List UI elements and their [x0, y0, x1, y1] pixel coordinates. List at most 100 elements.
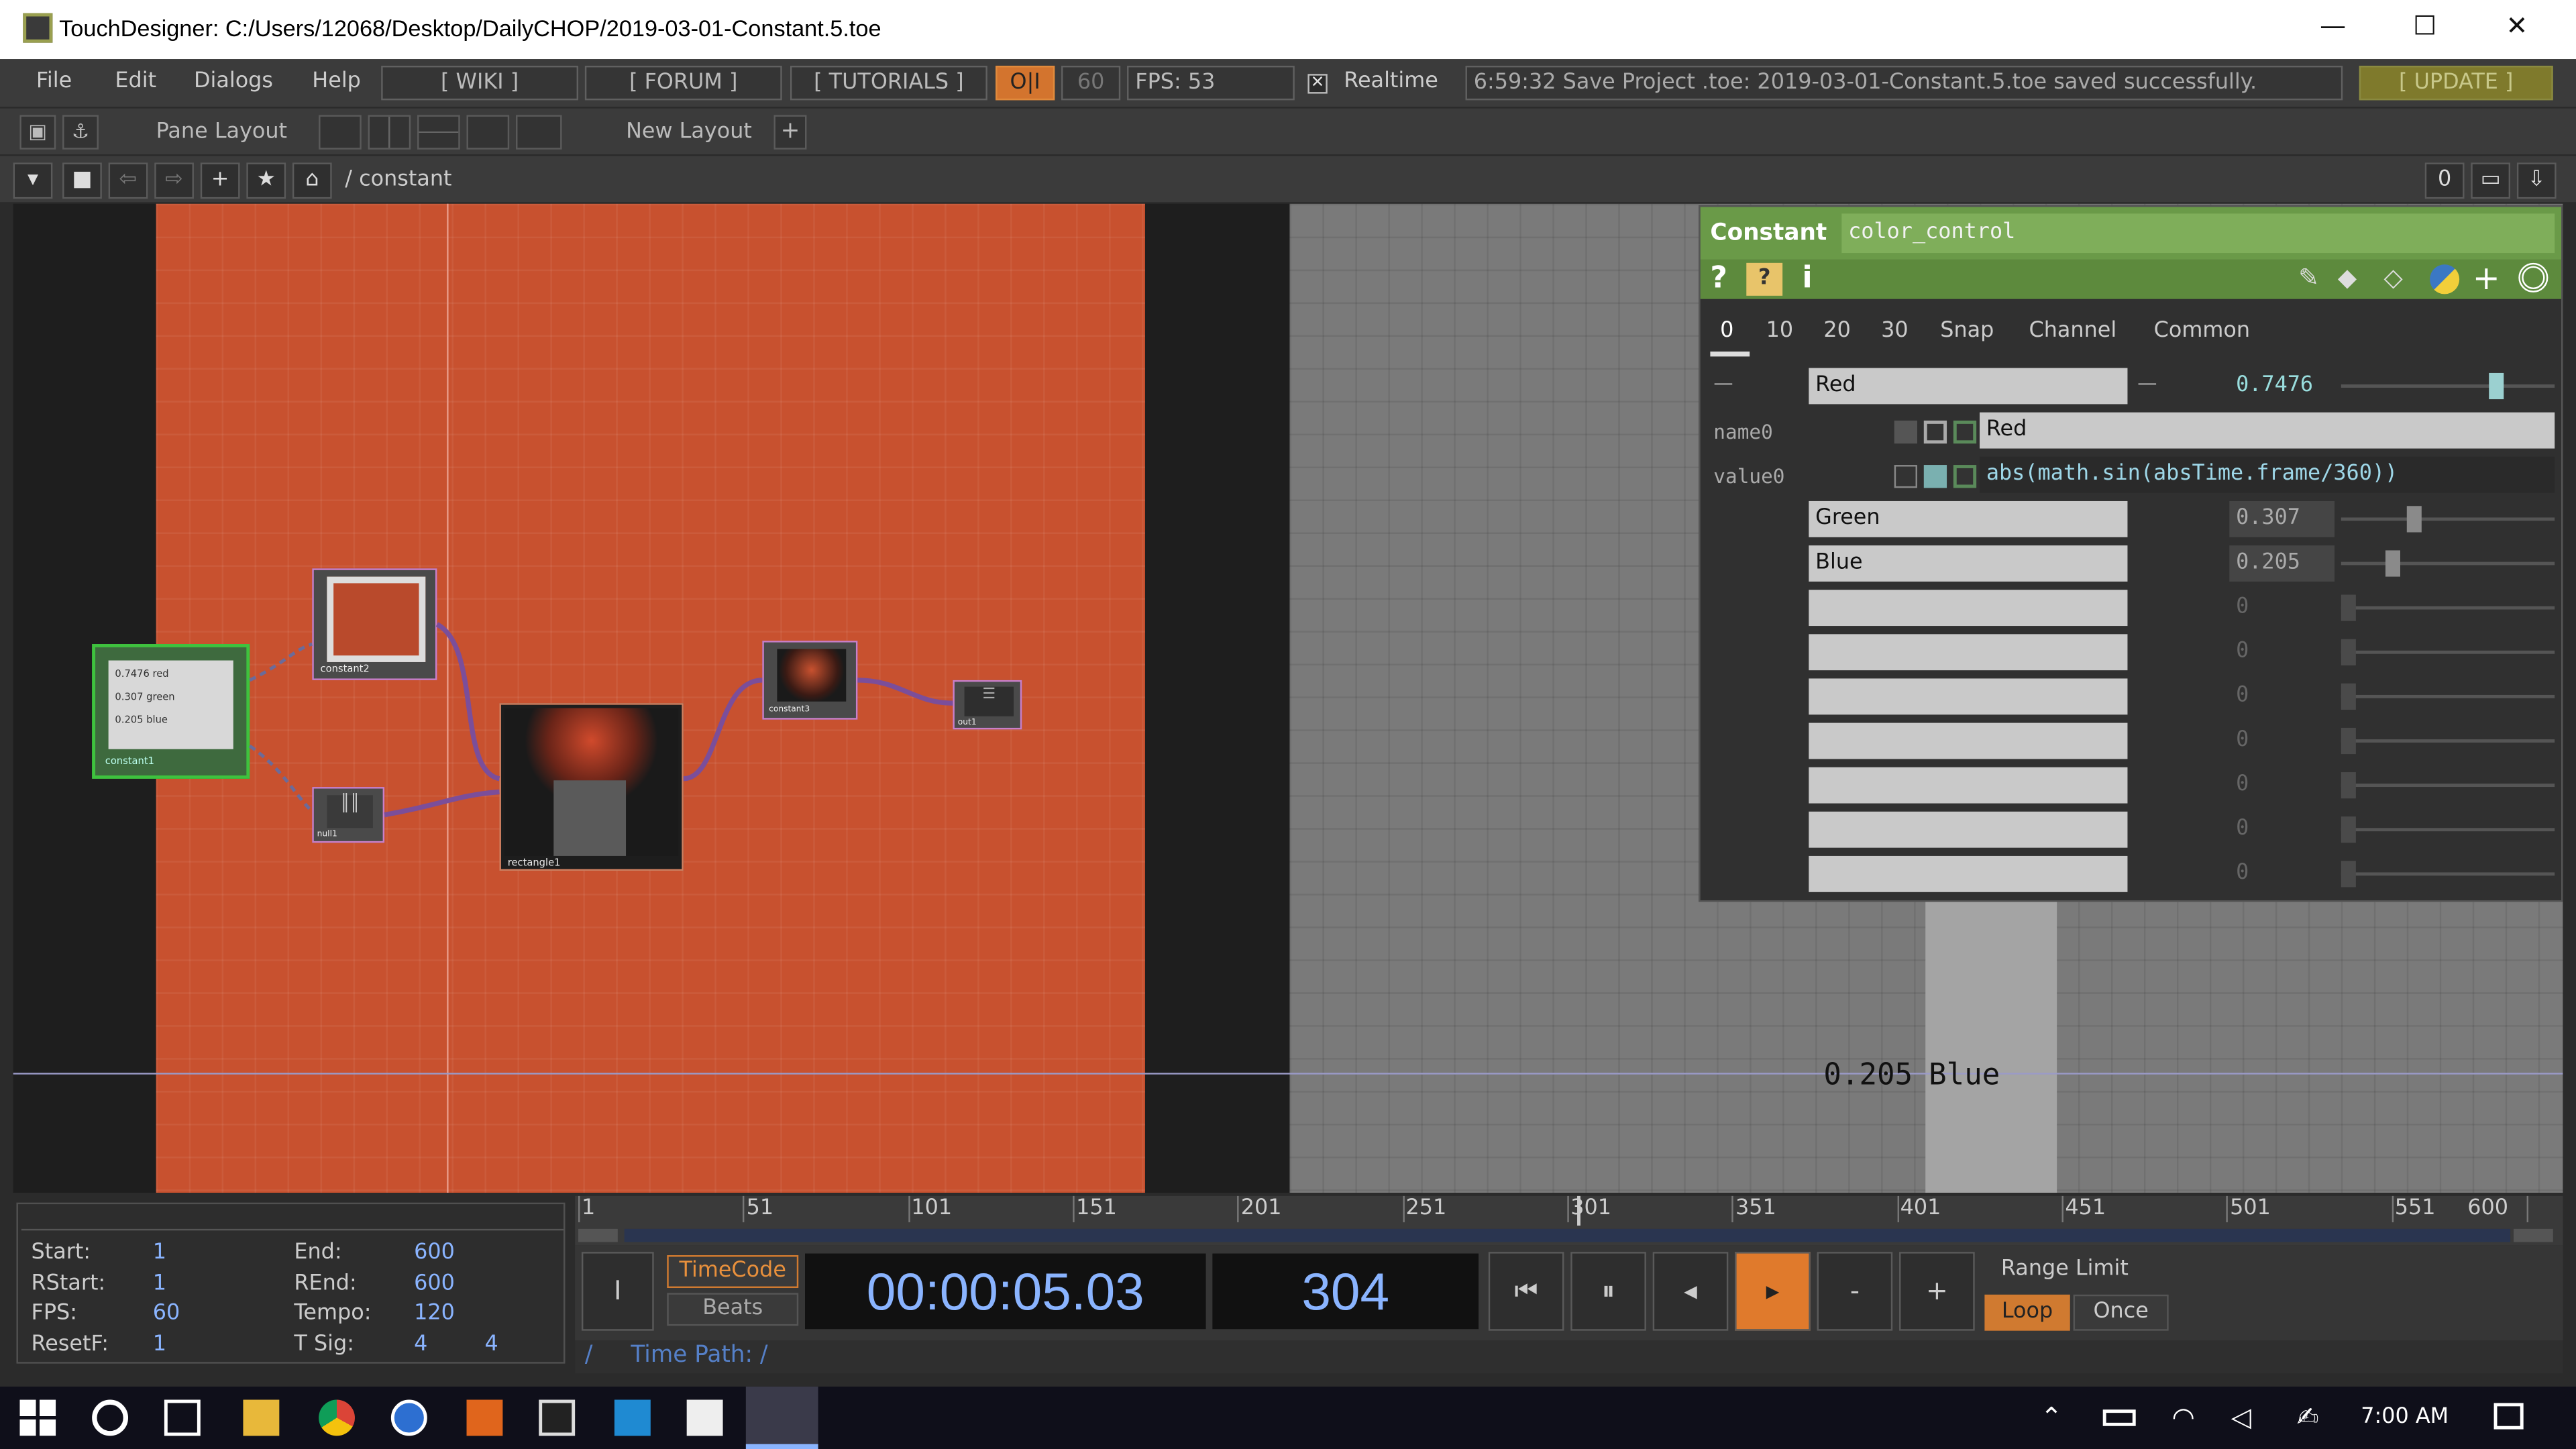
file-explorer-icon[interactable]: [243, 1399, 280, 1436]
slider-knob[interactable]: [2385, 550, 2400, 577]
value-slider[interactable]: [2341, 784, 2555, 788]
clone-icon[interactable]: ◇: [2383, 263, 2402, 292]
once-button[interactable]: Once: [2073, 1294, 2169, 1331]
collapse-dash[interactable]: —: [2137, 371, 2157, 394]
pen-icon[interactable]: ✍: [2297, 1401, 2319, 1433]
houdini-icon[interactable]: [466, 1399, 503, 1436]
value-slider[interactable]: [2341, 650, 2555, 654]
tab-channel[interactable]: Channel: [2029, 319, 2117, 343]
target-icon[interactable]: [2518, 262, 2548, 292]
network-icon[interactable]: ⚓: [62, 115, 99, 150]
tab-snap[interactable]: Snap: [1940, 319, 1994, 343]
zero-button[interactable]: 0: [2424, 162, 2465, 199]
task-view-icon[interactable]: [164, 1399, 201, 1436]
tab-common[interactable]: Common: [2154, 319, 2250, 343]
network-path[interactable]: / constant: [345, 168, 451, 193]
name0-field[interactable]: Red: [1980, 412, 2555, 449]
channel-name-field[interactable]: [1809, 855, 2128, 892]
tempo-value[interactable]: 120: [414, 1301, 455, 1326]
menu-file[interactable]: File: [36, 69, 72, 94]
quicktime-icon[interactable]: [686, 1399, 723, 1436]
back-arrow-icon[interactable]: ⇦: [108, 162, 148, 199]
menu-dialogs[interactable]: Dialogs: [194, 69, 273, 94]
step-minus-button[interactable]: -: [1817, 1252, 1893, 1331]
channel-value-field[interactable]: 0: [2229, 590, 2334, 626]
comment-icon[interactable]: ◆: [2338, 263, 2357, 292]
tab-10[interactable]: 10: [1766, 319, 1794, 343]
channel-name-field[interactable]: [1809, 767, 2128, 804]
close-button[interactable]: ✕: [2492, 10, 2541, 42]
expr-mode-toggle[interactable]: [1923, 420, 1947, 444]
channel-value-field[interactable]: 0: [2229, 723, 2334, 759]
onepassword-icon[interactable]: [390, 1399, 427, 1436]
notifications-icon[interactable]: [2493, 1403, 2524, 1430]
menu-help[interactable]: Help: [312, 69, 361, 94]
info-icon[interactable]: i: [1803, 261, 1813, 295]
resetf-value[interactable]: 1: [153, 1332, 166, 1357]
slider-knob[interactable]: [2406, 506, 2422, 533]
python-help-icon[interactable]: ?: [1746, 262, 1783, 296]
value-slider[interactable]: [2341, 384, 2555, 388]
forward-arrow-icon[interactable]: ⇨: [154, 162, 194, 199]
expr-mode-toggle[interactable]: [1894, 465, 1917, 488]
minimize-button[interactable]: —: [2308, 10, 2357, 42]
slider-knob[interactable]: [2341, 861, 2356, 888]
slider-knob[interactable]: [2341, 772, 2356, 799]
channel-value-field[interactable]: 0.205: [2229, 545, 2335, 582]
timeline-start-handle[interactable]: [578, 1228, 618, 1242]
menu-edit[interactable]: Edit: [115, 69, 156, 94]
time-path-slash[interactable]: /: [585, 1342, 593, 1368]
layout-split-h-button[interactable]: [417, 115, 460, 150]
layout-four-button[interactable]: [515, 115, 562, 150]
layout-split-v-button[interactable]: [368, 115, 411, 150]
channel-value-field[interactable]: 0.307: [2229, 500, 2335, 537]
tutorials-button[interactable]: [ TUTORIALS ]: [790, 65, 987, 101]
volume-icon[interactable]: ◁: [2231, 1401, 2251, 1433]
value-slider[interactable]: [2341, 561, 2555, 566]
maximize-pane-icon[interactable]: ▭: [2471, 162, 2511, 199]
channel-value-field[interactable]: 0.7476: [2229, 368, 2334, 405]
wiki-button[interactable]: [ WIKI ]: [381, 65, 579, 101]
step-back-icon[interactable]: ◂: [1652, 1252, 1729, 1331]
op-name-field[interactable]: color_control: [1841, 213, 2555, 254]
windows-start-icon[interactable]: [19, 1399, 56, 1436]
expr-mode-toggle[interactable]: [1923, 465, 1947, 488]
i-button[interactable]: I: [581, 1252, 654, 1331]
pencil-icon[interactable]: ✎: [2298, 263, 2319, 292]
maximize-button[interactable]: ☐: [2400, 10, 2449, 42]
add-param-icon[interactable]: +: [2473, 258, 2500, 297]
channel-value-field[interactable]: 0: [2229, 767, 2334, 804]
timeline-ruler[interactable]: 1 51 101 151 201 251 301 351 401 451 501 551 600: [575, 1195, 2563, 1246]
fps-value[interactable]: 60: [153, 1301, 180, 1326]
home-icon[interactable]: ⌂: [292, 162, 332, 199]
wifi-icon[interactable]: ◠: [2172, 1401, 2195, 1433]
help-icon[interactable]: ?: [1710, 261, 1727, 295]
add-icon[interactable]: +: [200, 162, 240, 199]
slider-knob[interactable]: [2341, 683, 2356, 710]
layout-three-button[interactable]: [466, 115, 510, 150]
slider-knob[interactable]: [2489, 372, 2504, 400]
timecode-display[interactable]: 00:00:05.03: [805, 1253, 1206, 1330]
rend-value[interactable]: 600: [414, 1272, 455, 1297]
chevron-down-icon[interactable]: ▾: [13, 162, 53, 199]
slider-knob[interactable]: [2341, 727, 2356, 755]
new-layout-button[interactable]: +: [773, 115, 807, 150]
stop-icon[interactable]: ■: [62, 162, 102, 199]
value0-expression[interactable]: abs(math.sin(absTime.frame/360)): [1980, 456, 2555, 493]
vscode-icon[interactable]: [614, 1399, 651, 1436]
python-icon[interactable]: [2430, 264, 2460, 294]
step-plus-button[interactable]: +: [1899, 1252, 1975, 1331]
channel-name-field[interactable]: Green: [1809, 500, 2128, 537]
expr-mode-toggle[interactable]: [1953, 420, 1977, 444]
channel-name-field[interactable]: Blue: [1809, 545, 2128, 582]
value-slider[interactable]: [2341, 694, 2555, 698]
touchdesigner-task-icon[interactable]: [745, 1386, 818, 1449]
channel-name-field[interactable]: [1809, 678, 2128, 715]
beats-toggle[interactable]: Beats: [667, 1293, 799, 1326]
value-slider[interactable]: [2341, 828, 2555, 832]
start-value[interactable]: 1: [153, 1240, 166, 1265]
pause-icon[interactable]: ⏸: [1570, 1252, 1646, 1331]
channel-value-field[interactable]: 0: [2229, 856, 2334, 892]
tab-30[interactable]: 30: [1881, 319, 1909, 343]
timecode-toggle[interactable]: TimeCode: [667, 1255, 799, 1289]
